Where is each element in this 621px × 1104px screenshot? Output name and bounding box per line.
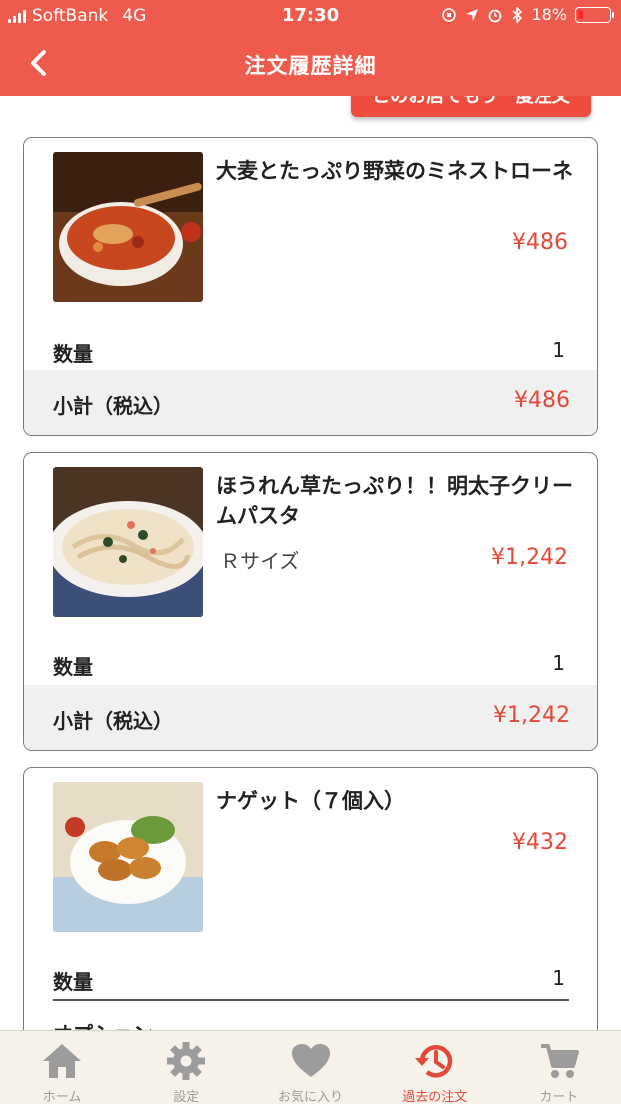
item-variant: Ｒサイズ (220, 549, 300, 573)
order-item-card: ほうれん草たっぷり！！明太子クリームパスタ Ｒサイズ ¥1,242 数量 1 小… (23, 452, 598, 751)
bluetooth-icon (512, 6, 523, 23)
tab-label: ホーム (42, 1090, 82, 1104)
rotation-lock-icon (442, 7, 457, 22)
quantity-value: 1 (552, 338, 565, 362)
divider (53, 999, 569, 1001)
battery-percent: 18% (531, 5, 567, 24)
location-icon (466, 8, 479, 21)
navigation-bar: 注文履歴詳細 (0, 34, 621, 96)
subtotal-value: ¥1,242 (493, 703, 570, 728)
item-price: ¥432 (512, 830, 568, 855)
battery-icon (575, 6, 614, 23)
item-image-pasta (53, 467, 203, 617)
tab-settings[interactable]: 設定 (124, 1031, 248, 1104)
home-icon (43, 1044, 82, 1078)
item-name: ナゲット（７個入） (216, 789, 405, 813)
subtotal-label: 小計（税込） (53, 394, 173, 418)
tab-label: お気に入り (278, 1090, 344, 1104)
item-name: ほうれん草たっぷり！！明太子クリームパスタ (216, 474, 573, 528)
heart-icon (291, 1044, 330, 1077)
gear-icon (167, 1042, 206, 1080)
tab-cart[interactable]: カート (497, 1031, 621, 1104)
subtotal-value: ¥486 (514, 388, 570, 413)
item-image-nuggets (53, 782, 203, 932)
subtotal-label: 小計（税込） (53, 709, 173, 733)
tab-home[interactable]: ホーム (0, 1031, 124, 1104)
quantity-label: 数量 (53, 342, 93, 366)
tab-favorites[interactable]: お気に入り (248, 1031, 372, 1104)
tab-label: カート (539, 1090, 579, 1104)
tab-order-history[interactable]: 過去の注文 (373, 1031, 497, 1104)
tab-label: 設定 (173, 1090, 200, 1104)
item-price: ¥1,242 (491, 545, 568, 570)
subtotal-row: 小計（税込） ¥1,242 (24, 685, 597, 750)
alarm-icon (489, 9, 502, 22)
cart-icon (540, 1044, 579, 1078)
page-title: 注文履歴詳細 (244, 54, 377, 78)
quantity-value: 1 (552, 651, 565, 675)
tab-bar: ホーム 設定 お気に入り 過去の注文 カート (0, 1030, 621, 1104)
tab-label: 過去の注文 (402, 1090, 468, 1104)
quantity-label: 数量 (53, 970, 93, 994)
order-item-card: ナゲット（７個入） ¥432 数量 1 オプション (23, 767, 598, 1057)
item-name: 大麦とたっぷり野菜のミネストローネ (216, 159, 573, 183)
subtotal-row: 小計（税込） ¥486 (24, 370, 597, 435)
top-bar: SoftBank 4G 17:30 18% 注文履歴詳細 (0, 0, 621, 96)
order-item-card: 大麦とたっぷり野菜のミネストローネ ¥486 数量 1 小計（税込） ¥486 (23, 137, 598, 436)
quantity-value: 1 (552, 966, 565, 990)
history-icon (414, 1045, 452, 1078)
quantity-label: 数量 (53, 655, 93, 679)
item-image-minestrone (53, 152, 203, 302)
status-bar: SoftBank 4G 17:30 18% (0, 0, 621, 34)
item-price: ¥486 (512, 230, 568, 255)
